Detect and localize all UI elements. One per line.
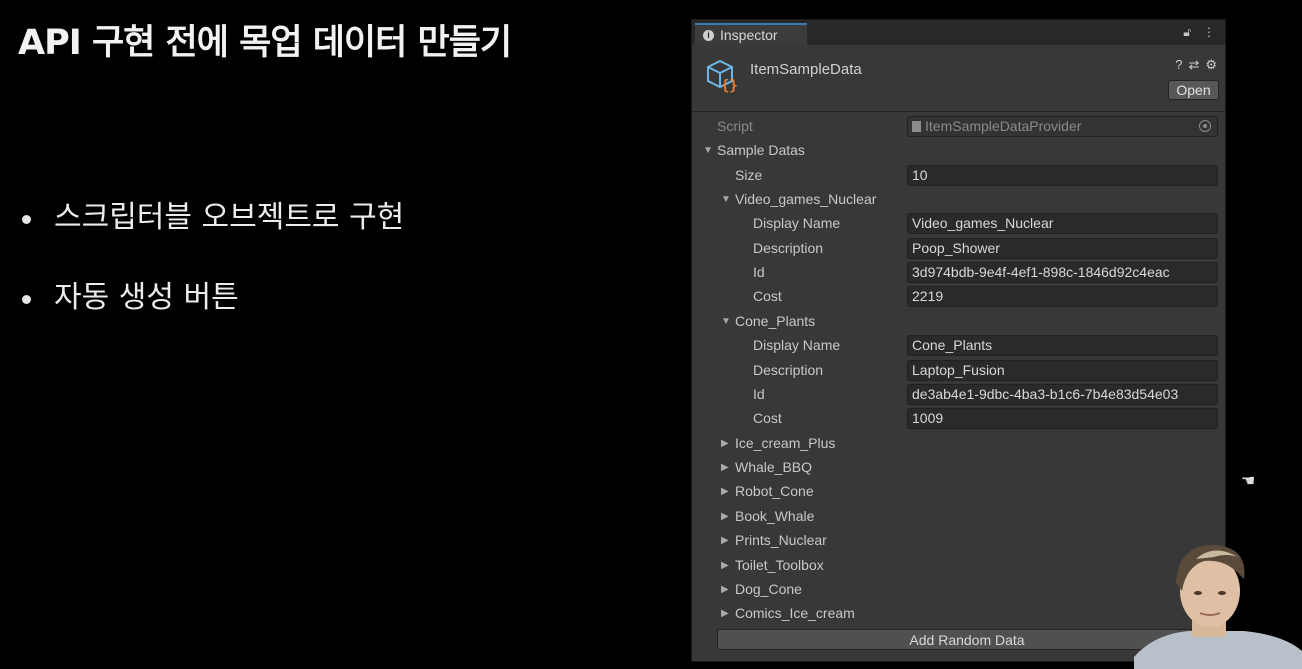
list-item-label: Cone_Plants	[735, 313, 816, 329]
svg-text:{}: {}	[721, 78, 738, 93]
foldout-open-icon[interactable]: ▼	[703, 145, 713, 156]
description-field[interactable]: Poop_Shower	[907, 238, 1218, 259]
foldout-closed-icon[interactable]: ▶	[721, 511, 729, 522]
bullet-item: 스크립터블 오브젝트로 구현	[18, 196, 404, 240]
bullet-dot	[22, 215, 31, 224]
tab-label: Inspector	[720, 27, 778, 43]
tab-inspector[interactable]: i Inspector	[695, 23, 807, 45]
bullet-list: 스크립터블 오브젝트로 구현 자동 생성 버튼	[18, 196, 404, 356]
asset-header: {} ItemSampleData ? ⇄ ⚙ Open	[692, 45, 1225, 112]
foldout-closed-icon[interactable]: ▶	[721, 535, 729, 546]
foldout-closed-icon[interactable]: ▶	[721, 462, 729, 473]
presenter-webcam	[1134, 539, 1302, 669]
display-name-field[interactable]: Cone_Plants	[907, 335, 1218, 356]
preset-icon[interactable]: ⇄	[1188, 57, 1199, 73]
list-item-foldout[interactable]: ▼ Cone_Plants	[692, 310, 1225, 334]
foldout-closed-icon[interactable]: ▶	[721, 438, 729, 449]
description-row: Description Laptop_Fusion	[692, 359, 1225, 383]
list-item-label: Comics_Ice_cream	[735, 605, 855, 621]
size-row: Size 10	[692, 164, 1225, 188]
foldout-closed-icon[interactable]: ▶	[721, 560, 729, 571]
list-item-label: Robot_Cone	[735, 483, 814, 499]
cost-label: Cost	[753, 288, 782, 304]
display-name-field[interactable]: Video_games_Nuclear	[907, 213, 1218, 234]
sample-datas-label: Sample Datas	[717, 142, 805, 158]
bullet-text: 자동 생성 버튼	[54, 280, 239, 315]
list-item-collapsed[interactable]: ▶ Book_Whale	[692, 505, 1225, 529]
list-item-label: Ice_cream_Plus	[735, 435, 836, 451]
cost-label: Cost	[753, 410, 782, 426]
list-item-label: Book_Whale	[735, 508, 815, 524]
id-label: Id	[753, 264, 765, 280]
kebab-menu-icon[interactable]: ⋮	[1203, 25, 1215, 40]
sample-datas-row[interactable]: ▼ Sample Datas	[692, 139, 1225, 163]
presenter-image	[1134, 545, 1302, 669]
gear-icon[interactable]: ⚙	[1205, 57, 1217, 73]
asset-title: ItemSampleData	[750, 61, 862, 78]
script-row: Script ItemSampleDataProvider	[692, 115, 1225, 139]
foldout-closed-icon[interactable]: ▶	[721, 608, 729, 619]
list-item-label: Dog_Cone	[735, 581, 802, 597]
inspector-tabbar: i Inspector 🔓︎ ⋮	[692, 20, 1225, 45]
description-label: Description	[753, 240, 824, 256]
id-label: Id	[753, 386, 765, 402]
script-label: Script	[717, 118, 753, 134]
display-name-label: Display Name	[753, 215, 841, 231]
id-field[interactable]: 3d974bdb-9e4f-4ef1-898c-1846d92c4eac	[907, 262, 1218, 283]
help-icon[interactable]: ?	[1175, 57, 1182, 73]
lock-icon[interactable]: 🔓︎	[1183, 25, 1191, 40]
list-item-label: Video_games_Nuclear	[735, 191, 877, 207]
scriptable-object-icon: {}	[707, 59, 738, 93]
bullet-item: 자동 생성 버튼	[18, 276, 404, 320]
bullet-dot	[22, 295, 31, 304]
script-field[interactable]: ItemSampleDataProvider	[907, 116, 1218, 137]
foldout-closed-icon[interactable]: ▶	[721, 584, 729, 595]
info-icon: i	[703, 29, 714, 41]
id-row: Id 3d974bdb-9e4f-4ef1-898c-1846d92c4eac	[692, 261, 1225, 285]
cost-row: Cost 1009	[692, 407, 1225, 431]
hand-cursor-icon: ☚	[1241, 471, 1256, 490]
script-file-icon	[912, 121, 921, 132]
display-name-row: Display Name Cone_Plants	[692, 334, 1225, 358]
id-field[interactable]: de3ab4e1-9dbc-4ba3-b1c6-7b4e83d54e03	[907, 384, 1218, 405]
open-button[interactable]: Open	[1168, 80, 1219, 100]
display-name-label: Display Name	[753, 337, 841, 353]
size-field[interactable]: 10	[907, 165, 1218, 186]
id-row: Id de3ab4e1-9dbc-4ba3-b1c6-7b4e83d54e03	[692, 383, 1225, 407]
list-item-collapsed[interactable]: ▶ Ice_cream_Plus	[692, 432, 1225, 456]
list-item-label: Prints_Nuclear	[735, 532, 827, 548]
description-label: Description	[753, 362, 824, 378]
list-item-label: Whale_BBQ	[735, 459, 813, 475]
foldout-open-icon[interactable]: ▼	[721, 316, 731, 327]
cost-row: Cost 2219	[692, 285, 1225, 309]
display-name-row: Display Name Video_games_Nuclear	[692, 212, 1225, 236]
bullet-text: 스크립터블 오브젝트로 구현	[54, 200, 405, 235]
description-field[interactable]: Laptop_Fusion	[907, 360, 1218, 381]
list-item-collapsed[interactable]: ▶ Robot_Cone	[692, 480, 1225, 504]
list-item-label: Toilet_Toolbox	[735, 557, 824, 573]
foldout-closed-icon[interactable]: ▶	[721, 486, 729, 497]
cost-field[interactable]: 1009	[907, 408, 1218, 429]
description-row: Description Poop_Shower	[692, 237, 1225, 261]
list-item-collapsed[interactable]: ▶ Whale_BBQ	[692, 456, 1225, 480]
slide-title: API 구현 전에 목업 데이터 만들기	[18, 23, 512, 63]
object-picker-icon[interactable]	[1199, 120, 1211, 132]
foldout-open-icon[interactable]: ▼	[721, 194, 731, 205]
cost-field[interactable]: 2219	[907, 286, 1218, 307]
size-label: Size	[735, 167, 763, 183]
list-item-foldout[interactable]: ▼ Video_games_Nuclear	[692, 188, 1225, 212]
